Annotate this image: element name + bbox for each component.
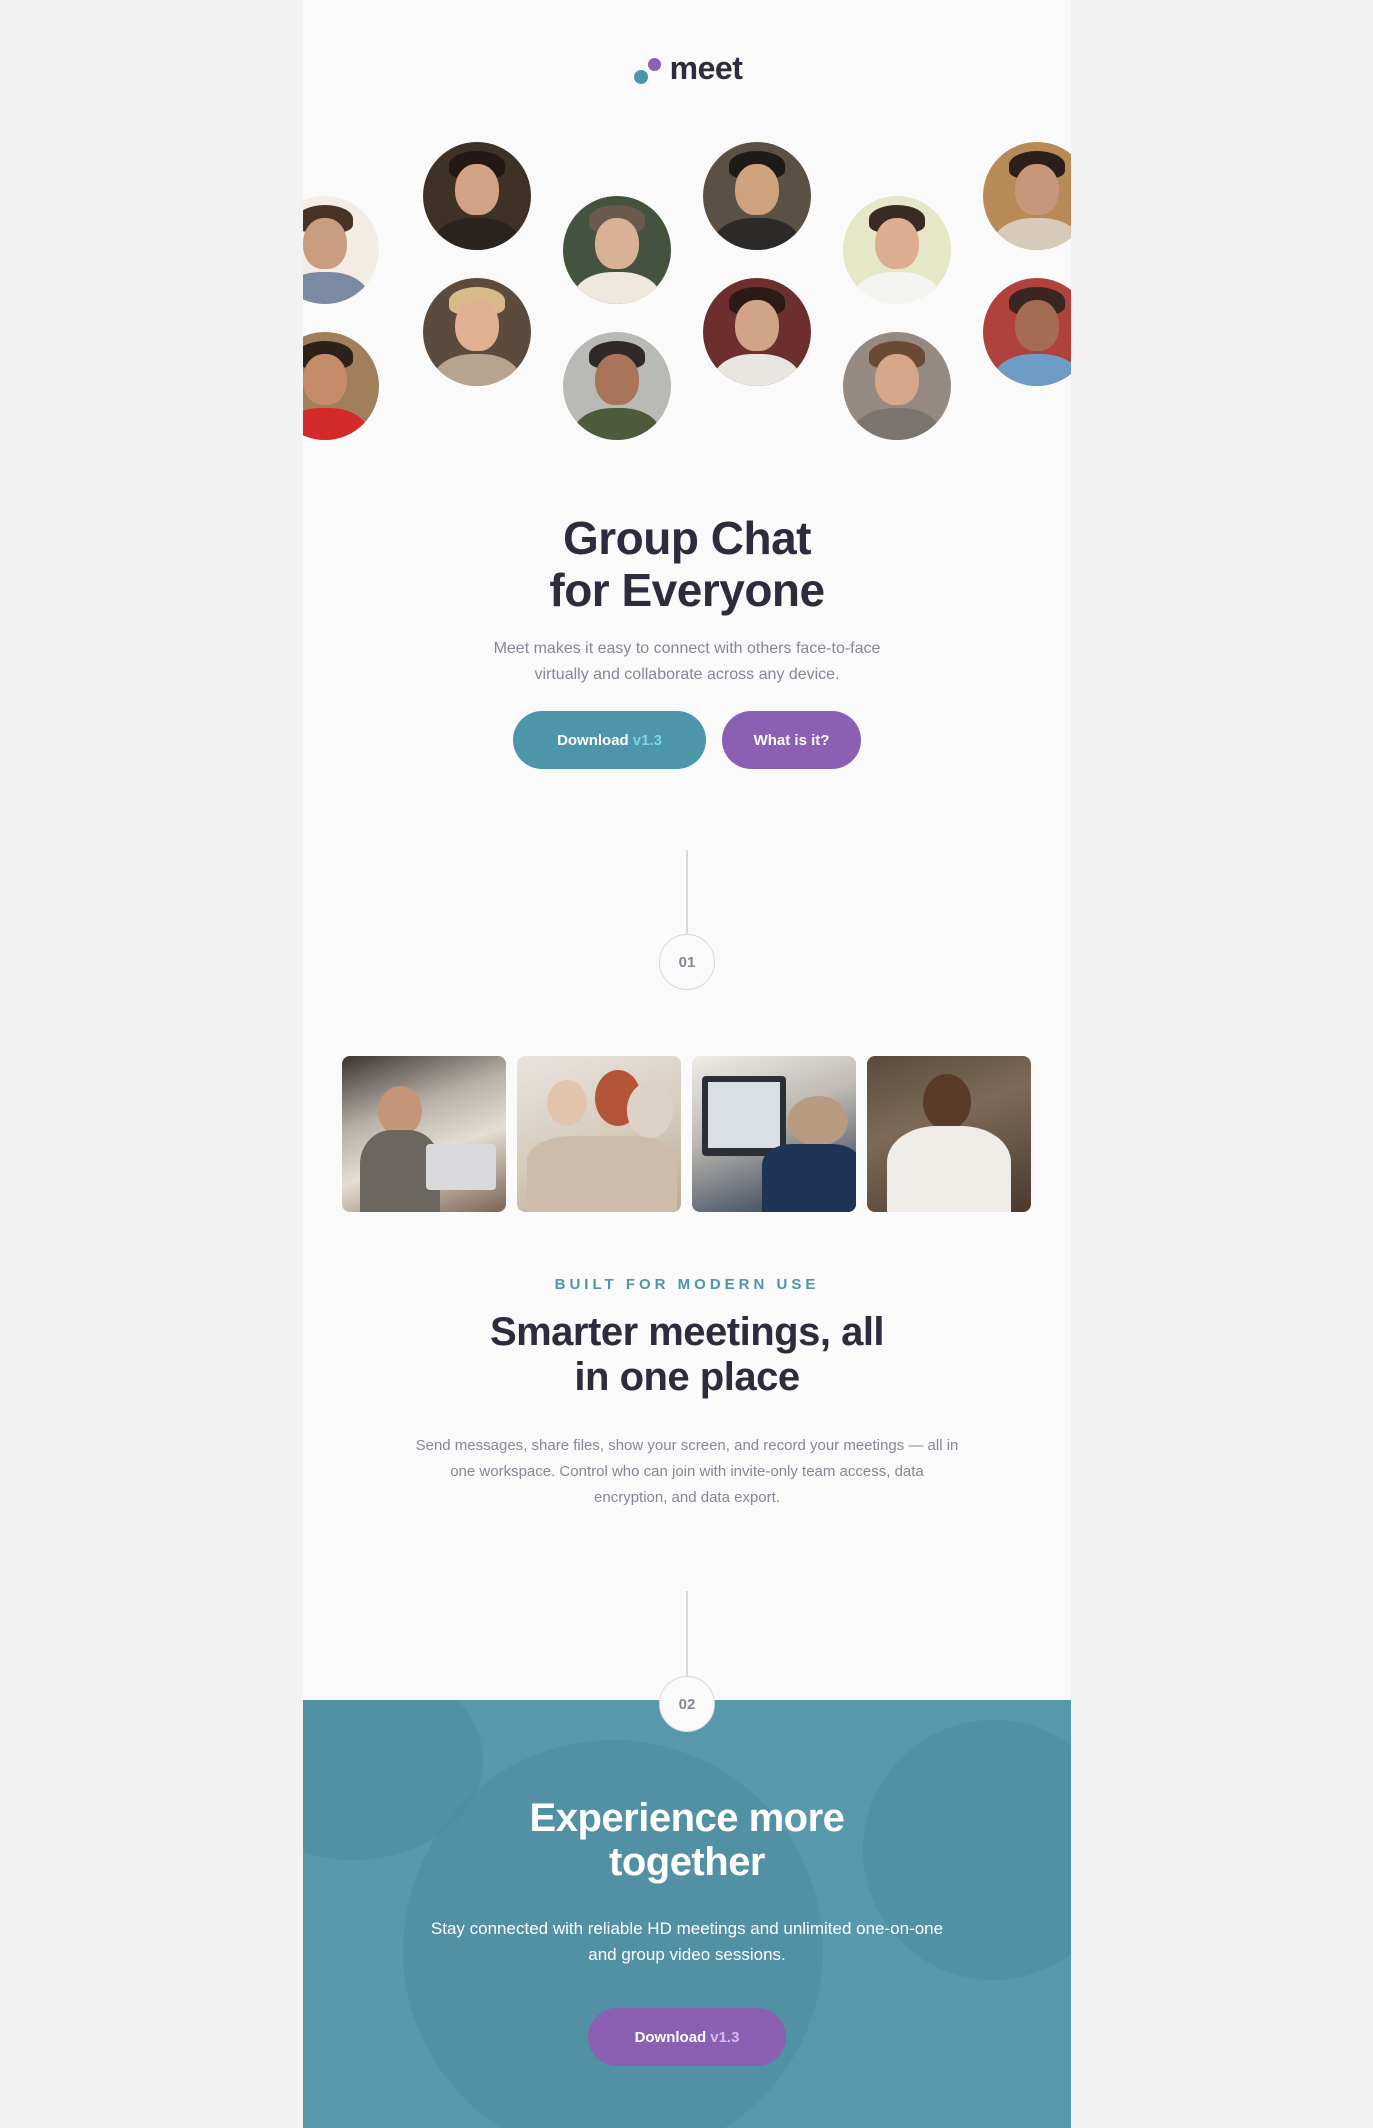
- avatar: [423, 142, 531, 250]
- avatar: [983, 278, 1071, 386]
- avatar: [703, 278, 811, 386]
- cta-body: Stay connected with reliable HD meetings…: [430, 1919, 944, 1964]
- hero-subtitle: Meet makes it easy to connect with other…: [493, 640, 881, 683]
- photo-women-phone: [517, 1056, 681, 1212]
- step-connector: [686, 850, 688, 934]
- what-is-it-button[interactable]: What is it?: [722, 711, 861, 769]
- cta-section: Experience more together Stay connected …: [303, 1700, 1071, 2128]
- avatar: [423, 278, 531, 386]
- logo-text: meet: [669, 50, 743, 86]
- download-button[interactable]: Download v1.3: [513, 711, 706, 769]
- avatar: [303, 196, 379, 304]
- section-body: Send messages, share files, show your sc…: [415, 1437, 959, 1506]
- photo-woman-laptop: [342, 1056, 506, 1212]
- landing-page: meet Group Chat for Everyone Meet makes …: [303, 0, 1071, 2128]
- avatar: [843, 196, 951, 304]
- hero-title: Group Chat for Everyone: [549, 512, 825, 616]
- logo[interactable]: meet: [303, 50, 1071, 90]
- cta-download-button[interactable]: Download v1.3: [588, 2008, 786, 2066]
- section-eyebrow: BUILT FOR MODERN USE: [554, 1276, 820, 1293]
- avatar: [563, 332, 671, 440]
- section-title: Smarter meetings, all in one place: [489, 1310, 885, 1399]
- step-badge-01: 01: [659, 934, 715, 990]
- avatar: [563, 196, 671, 304]
- avatar: [983, 142, 1071, 250]
- photo-video-call: [692, 1056, 856, 1212]
- avatar: [303, 332, 379, 440]
- step-badge-02: 02: [659, 1676, 715, 1732]
- logo-mark-icon: [632, 54, 662, 84]
- photo-man-phone: [867, 1056, 1031, 1212]
- cta-title: Experience more together: [529, 1796, 845, 1884]
- avatar: [843, 332, 951, 440]
- avatar: [703, 142, 811, 250]
